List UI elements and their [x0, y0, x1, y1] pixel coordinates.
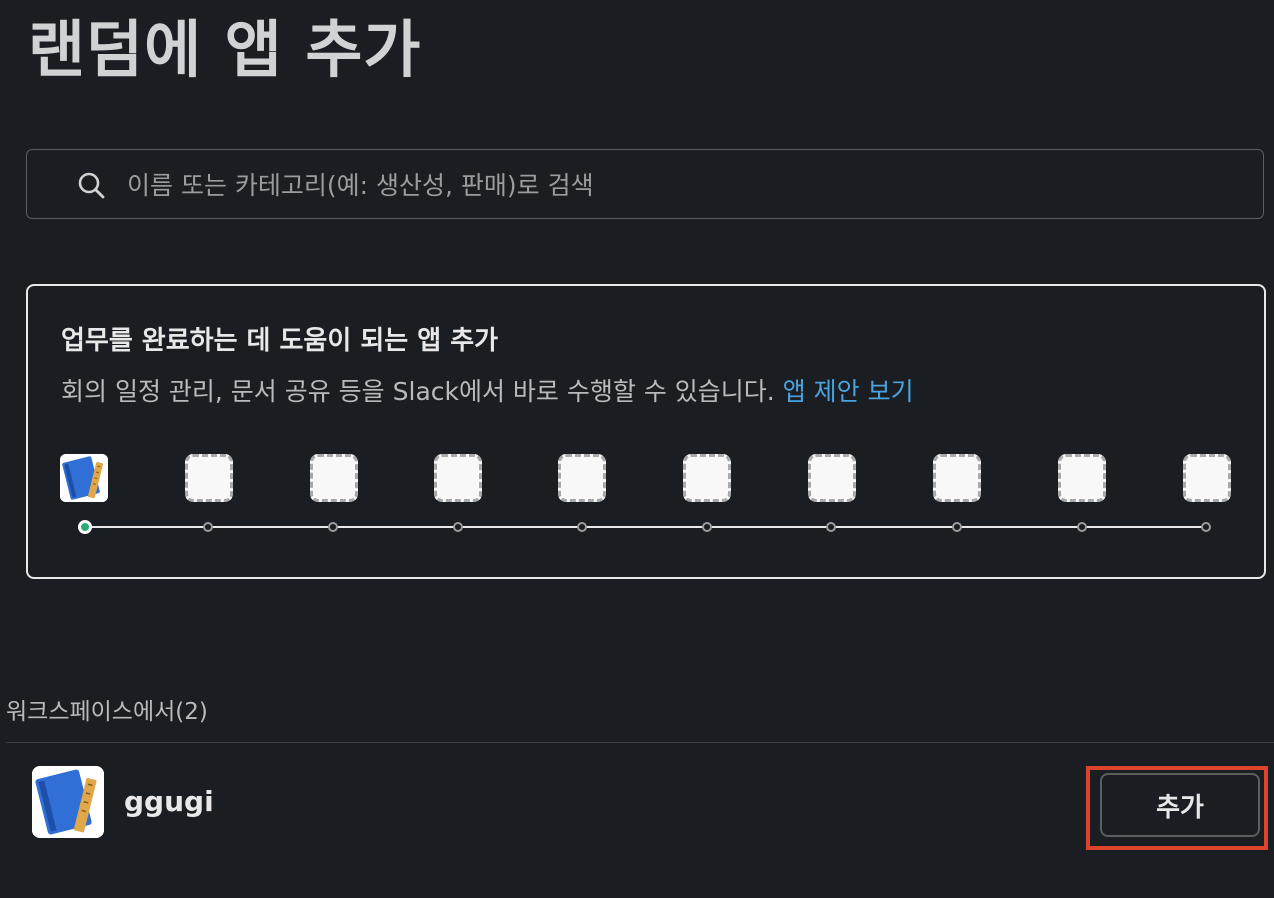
progress-step-active — [78, 520, 92, 534]
search-input[interactable] — [127, 164, 1227, 206]
workspace-section-label: 워크스페이스에서(2) — [6, 699, 208, 725]
progress-step — [328, 522, 338, 532]
app-slot-empty[interactable] — [933, 454, 981, 502]
app-slot-filled[interactable] — [60, 454, 108, 502]
view-app-suggestions-link[interactable]: 앱 제안 보기 — [783, 377, 914, 406]
card-heading: 업무를 완료하는 데 도움이 되는 앱 추가 — [61, 326, 499, 356]
add-app-page: 랜덤에 앱 추가 업무를 완료하는 데 도움이 되는 앱 추가 회의 일정 관리… — [0, 0, 1274, 898]
progress-step — [1077, 522, 1087, 532]
card-description-text: 회의 일정 관리, 문서 공유 등을 Slack에서 바로 수행할 수 있습니다… — [61, 377, 783, 406]
blueprint-notebook-icon — [32, 766, 104, 838]
blueprint-notebook-icon — [60, 454, 108, 502]
progress-step — [577, 522, 587, 532]
page-title: 랜덤에 앱 추가 — [28, 13, 422, 86]
app-slot-empty[interactable] — [310, 454, 358, 502]
progress-step — [1201, 522, 1211, 532]
search-icon — [78, 172, 105, 199]
progress-step — [453, 522, 463, 532]
app-slot-empty[interactable] — [558, 454, 606, 502]
add-app-button[interactable]: 추가 — [1100, 773, 1260, 837]
app-slot-empty[interactable] — [1183, 454, 1231, 502]
progress-step — [702, 522, 712, 532]
app-slot-empty[interactable] — [185, 454, 233, 502]
app-slot-empty[interactable] — [434, 454, 482, 502]
progress-track — [86, 526, 1206, 528]
card-description: 회의 일정 관리, 문서 공유 등을 Slack에서 바로 수행할 수 있습니다… — [61, 372, 914, 408]
app-list-item: ggugi 추가 — [0, 743, 1274, 863]
app-suggestion-card: 업무를 완료하는 데 도움이 되는 앱 추가 회의 일정 관리, 문서 공유 등… — [26, 284, 1266, 579]
app-slot-empty[interactable] — [683, 454, 731, 502]
app-name: ggugi — [124, 785, 214, 818]
search-box[interactable] — [26, 149, 1264, 219]
progress-step — [203, 522, 213, 532]
progress-step — [826, 522, 836, 532]
app-slot-empty[interactable] — [1058, 454, 1106, 502]
app-icon — [32, 766, 104, 838]
app-slot-empty[interactable] — [808, 454, 856, 502]
progress-step — [952, 522, 962, 532]
